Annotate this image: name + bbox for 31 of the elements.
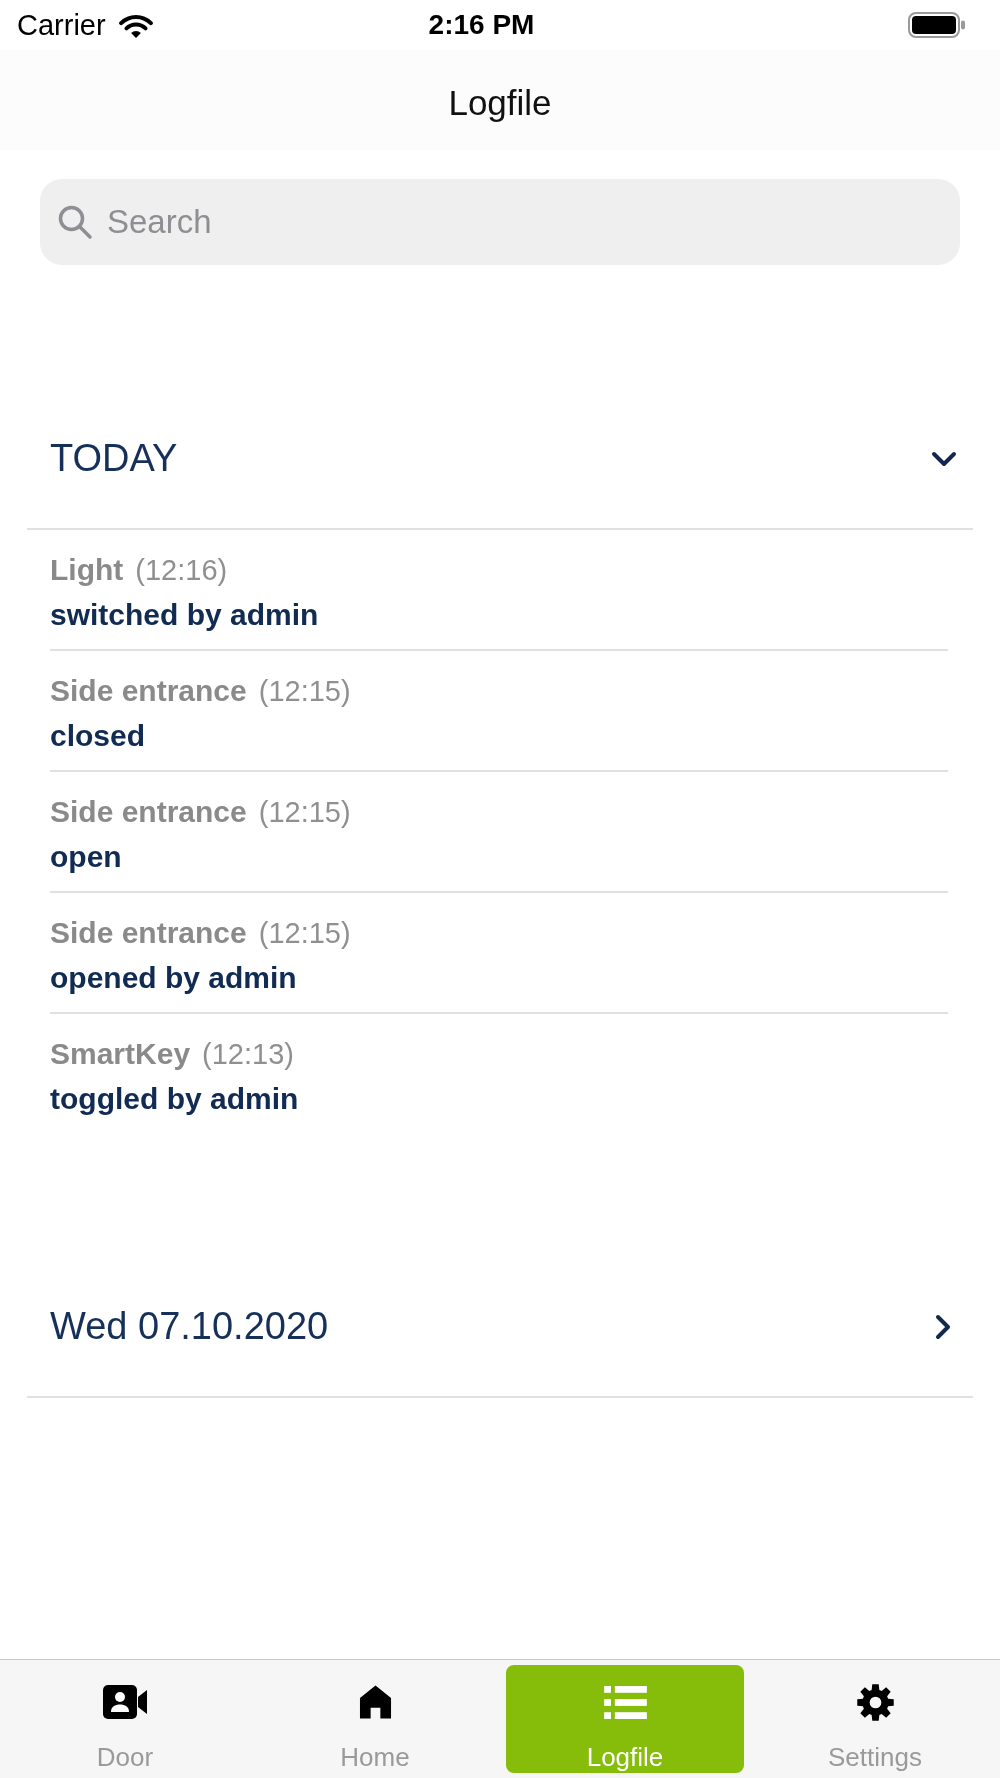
section-header[interactable]: TODAY (27, 389, 973, 530)
tab-button[interactable]: Logfile (506, 1665, 744, 1773)
event-action: opened by admin (50, 960, 297, 996)
device-name: Light (50, 552, 124, 588)
settings-icon (855, 1682, 895, 1722)
event-action: toggled by admin (50, 1081, 299, 1117)
search-field[interactable]: Search (40, 179, 960, 265)
event-time: (12:13) (202, 1037, 294, 1072)
event-time: (12:15) (258, 916, 351, 951)
carrier-label: Carrier (17, 8, 106, 42)
tab-button[interactable]: Home (256, 1665, 494, 1773)
event-action: open (50, 839, 122, 875)
tab-button[interactable]: Door (6, 1665, 244, 1773)
tab-button[interactable]: Settings (756, 1665, 994, 1773)
screen-title: Logfile (448, 83, 552, 123)
event-action: closed (50, 718, 146, 754)
device-name: Side entrance (50, 915, 247, 951)
event-time: (12:15) (258, 795, 351, 830)
search-icon (57, 204, 93, 240)
event-time: (12:16) (135, 553, 228, 588)
event-time: (12:15) (258, 674, 351, 709)
list-icon (603, 1685, 647, 1719)
battery-icon (908, 12, 966, 38)
device-name: Side entrance (50, 794, 247, 830)
event-action: switched by admin (50, 597, 319, 633)
device-name: Side entrance (50, 673, 247, 709)
video-camera-icon (103, 1685, 147, 1719)
home-icon (358, 1684, 392, 1720)
section-header[interactable]: Wed 07.10.2020 (27, 1257, 973, 1398)
device-name: SmartKey (50, 1036, 191, 1072)
clock-time: 2:16 PM (428, 9, 535, 41)
